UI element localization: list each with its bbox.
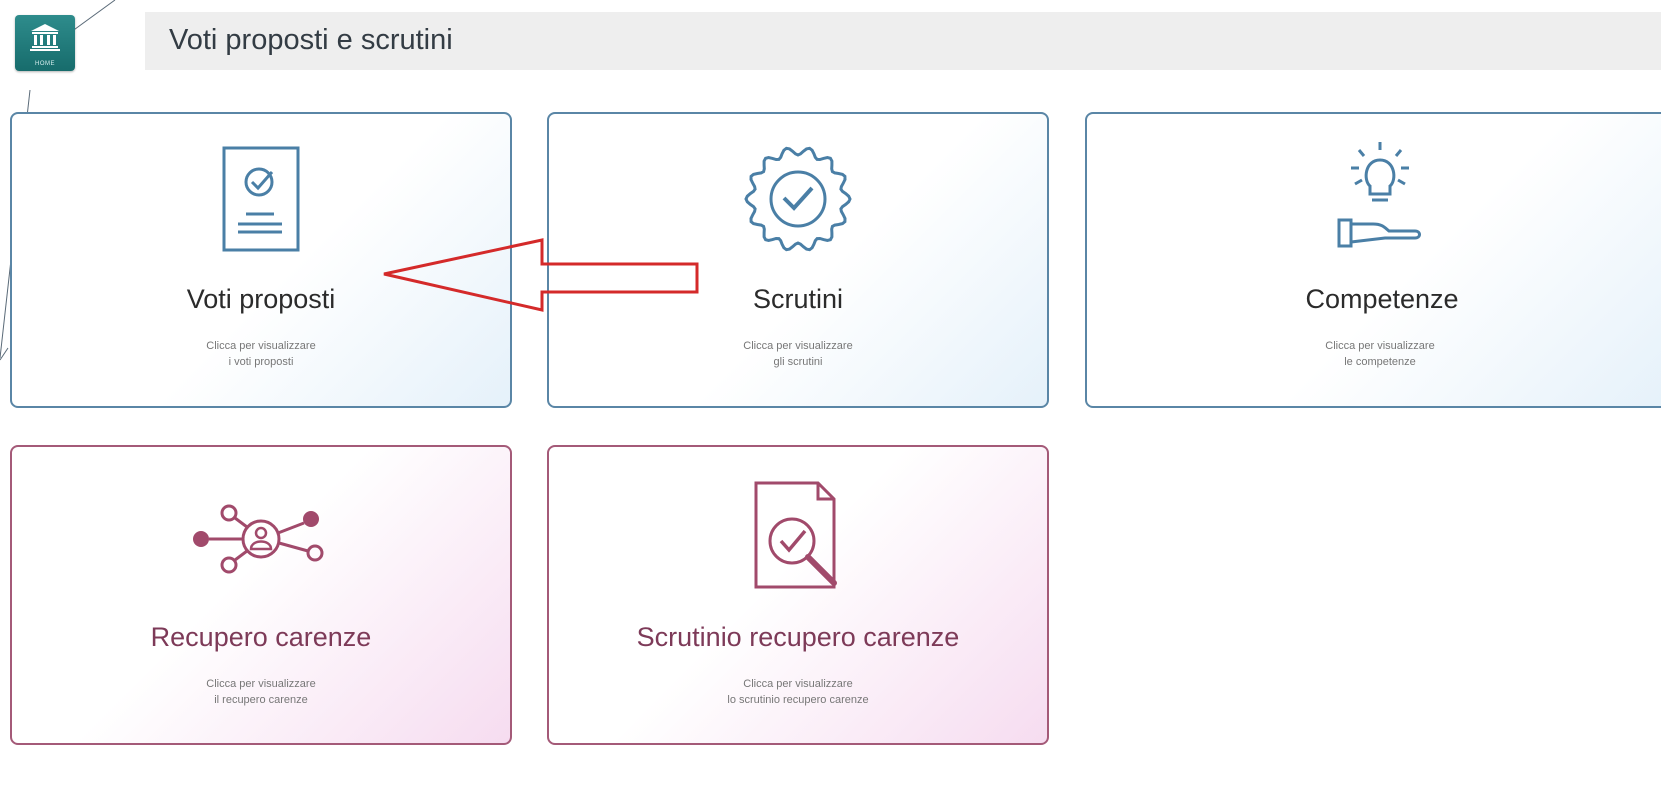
tile-description: Clicca per visualizzare il recupero care… bbox=[206, 678, 316, 706]
home-label: HOME bbox=[35, 61, 55, 67]
tile-title: Recupero carenze bbox=[150, 622, 372, 652]
tile-title: Scrutinio recupero carenze bbox=[636, 622, 960, 652]
badge-check-icon bbox=[744, 146, 852, 252]
bank-icon bbox=[30, 24, 60, 51]
tile-description: Clicca per visualizzare gli scrutini bbox=[743, 340, 853, 368]
document-check-icon bbox=[222, 146, 300, 252]
tile-description: Clicca per visualizzare lo scrutinio rec… bbox=[727, 678, 869, 706]
red-arrow-icon bbox=[383, 238, 699, 312]
home-button[interactable]: HOME bbox=[15, 15, 75, 71]
tile-scrutinio-recupero-carenze[interactable]: Scrutinio recupero carenze Clicca per vi… bbox=[547, 445, 1049, 745]
header-bar: Voti proposti e scrutini bbox=[145, 12, 1661, 70]
page-title: Voti proposti e scrutini bbox=[169, 24, 453, 56]
lightbulb-hand-icon bbox=[1337, 142, 1421, 248]
network-user-icon bbox=[193, 504, 324, 574]
tile-description: Clicca per visualizzare i voti proposti bbox=[206, 340, 316, 368]
tile-description: Clicca per visualizzare le competenze bbox=[1325, 340, 1435, 368]
tile-title: Competenze bbox=[1305, 284, 1459, 314]
tile-competenze[interactable]: Competenze Clicca per visualizzare le co… bbox=[1085, 112, 1661, 408]
tile-recupero-carenze[interactable]: Recupero carenze Clicca per visualizzare… bbox=[10, 445, 512, 745]
document-search-icon bbox=[754, 481, 837, 589]
